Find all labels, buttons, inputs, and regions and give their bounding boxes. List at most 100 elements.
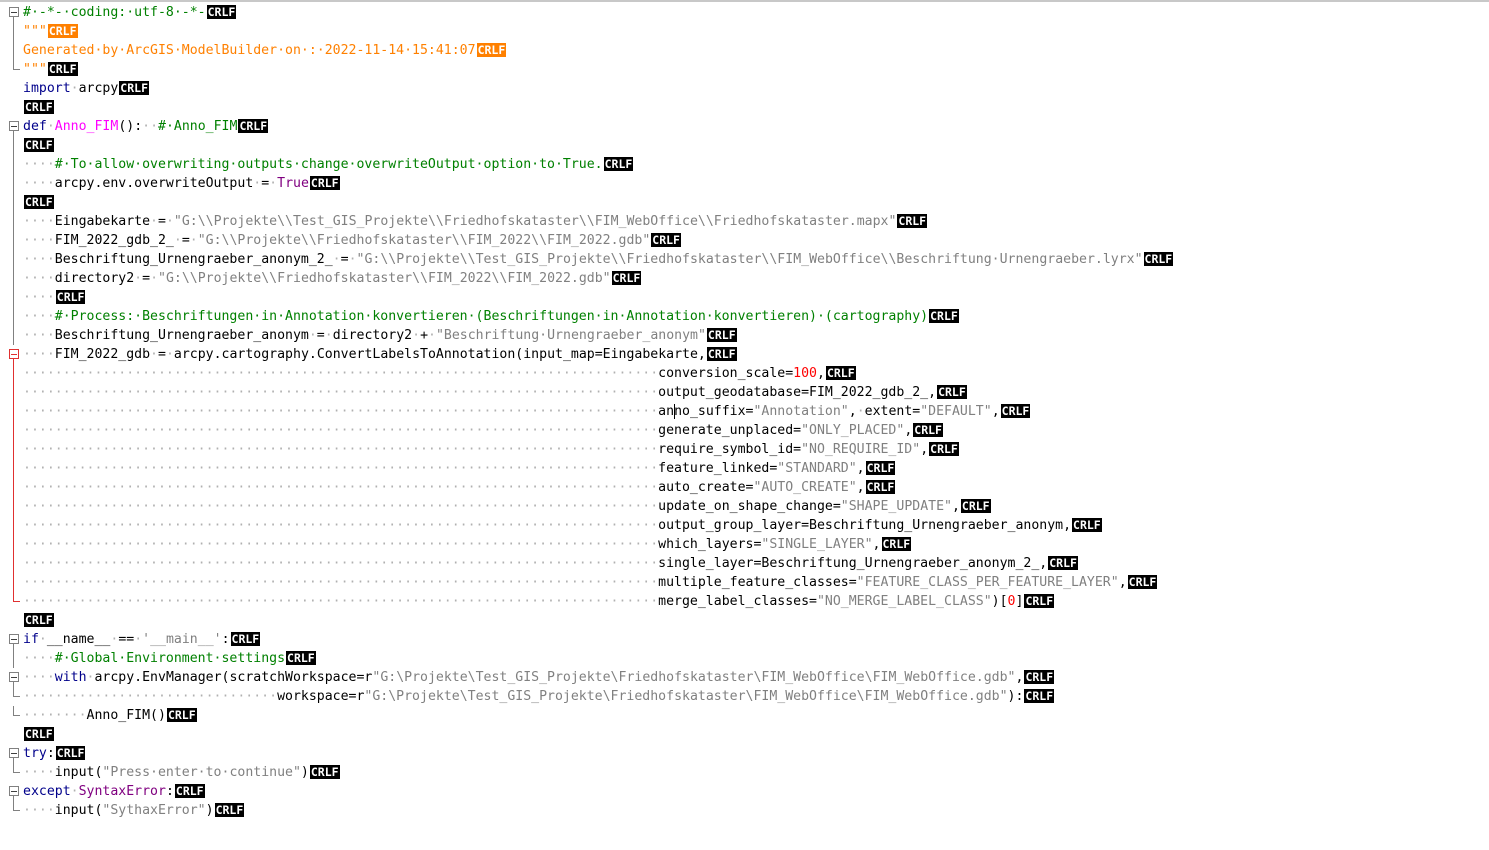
code-token: ····: [23, 214, 55, 229]
code-token: Beschriftung_Urnengraeber_anonym_2_: [54, 252, 333, 267]
line-content[interactable]: ········································…: [23, 421, 943, 440]
code-token: """: [23, 24, 47, 39]
code-token: merge_label_classes=: [658, 594, 817, 609]
code-token: ········································…: [23, 556, 659, 571]
line-content[interactable]: ····Beschriftung_Urnengraeber_anonym_2_·…: [23, 250, 1174, 269]
code-token: ==: [118, 632, 135, 647]
line-content[interactable]: #·-*-·coding:·utf-8·-*- CRLF: [23, 3, 237, 22]
code-editor[interactable]: #·-*-·coding:·utf-8·-*- CRLF """ CRLF Genera…: [0, 0, 1489, 850]
fold-line: [0, 155, 22, 174]
line-content[interactable]: Generated·by·ArcGIS·ModelBuilder·on·:·20…: [23, 41, 507, 60]
line-content[interactable]: ····FIM_2022_gdb·=·arcpy.cartography.Con…: [23, 345, 737, 364]
line-content[interactable]: ········································…: [23, 592, 1055, 611]
line-content[interactable]: try: CRLF: [23, 744, 86, 763]
line-content[interactable]: ····#·Global·Environment·settings CRLF: [23, 649, 316, 668]
code-token: update_on_shape_change=: [658, 499, 841, 514]
eol-crlf-marker: CRLF: [24, 195, 54, 209]
eol-crlf-marker: CRLF: [24, 613, 54, 627]
code-token: if: [23, 632, 39, 647]
line-content[interactable]: ········································…: [23, 478, 896, 497]
line-content[interactable]: ································workspac…: [23, 687, 1055, 706]
line-content[interactable]: ····with·arcpy.EnvManager(scratchWorkspa…: [23, 668, 1055, 687]
code-token: input(: [54, 765, 103, 780]
line-content[interactable]: ···· CRLF: [23, 288, 86, 307]
editor-top-border: [0, 0, 1489, 2]
line-content[interactable]: CRLF: [23, 136, 54, 155]
code-token: directory2: [332, 328, 413, 343]
line-content[interactable]: ····#·To·allow·overwriting·outputs·chang…: [23, 155, 634, 174]
line-content[interactable]: ········································…: [23, 459, 896, 478]
eol-crlf-marker: CRLF: [24, 100, 54, 114]
eol-crlf-marker: CRLF: [214, 803, 245, 817]
code-token: ·: [165, 347, 174, 362]
code-token: multiple_feature_classes=: [658, 575, 857, 590]
line-content[interactable]: """ CRLF: [23, 60, 78, 79]
code-token: =: [181, 233, 190, 248]
line-content[interactable]: CRLF: [23, 611, 54, 630]
line-content[interactable]: ········································…: [23, 573, 1158, 592]
eol-crlf-marker: CRLF: [825, 366, 856, 380]
line-content[interactable]: CRLF: [23, 725, 54, 744]
fold-empty: [0, 79, 22, 98]
line-content[interactable]: ········Anno_FIM() CRLF: [23, 706, 197, 725]
line-content[interactable]: ····Beschriftung_Urnengraeber_anonym·=·d…: [23, 326, 737, 345]
eol-crlf-marker: CRLF: [706, 347, 737, 361]
eol-crlf-marker: CRLF: [929, 309, 959, 323]
line-content[interactable]: ····Eingabekarte·=·"G:\\Projekte\\Test_G…: [23, 212, 928, 231]
code-token: workspace=r: [277, 689, 365, 704]
line-content[interactable]: ········································…: [23, 535, 912, 554]
fold-toggle-minus-icon[interactable]: [0, 744, 22, 763]
code-token: ():: [118, 119, 143, 134]
line-content[interactable]: """ CRLF: [23, 22, 78, 41]
code-token: #·Anno_FIM: [158, 119, 238, 134]
line-content[interactable]: ····#·Process:·Beschriftungen·in·Annotat…: [23, 307, 959, 326]
eol-crlf-marker: CRLF: [960, 499, 991, 513]
code-token: "SythaxError": [102, 803, 206, 818]
line-content[interactable]: ····input("SythaxError") CRLF: [23, 801, 245, 820]
fold-toggle-minus-icon[interactable]: [0, 668, 22, 687]
eol-crlf-marker: CRLF: [1024, 670, 1055, 684]
fold-toggle-minus-icon[interactable]: [0, 3, 22, 22]
fold-end-marker: [0, 801, 22, 820]
eol-crlf-marker: CRLF: [476, 43, 507, 57]
code-token: ········································…: [23, 404, 659, 419]
code-token: generate_unplaced=: [658, 423, 802, 438]
line-content[interactable]: ····directory2·=·"G:\\Projekte\\Friedhof…: [23, 269, 642, 288]
line-content[interactable]: except·SyntaxError: CRLF: [23, 782, 205, 801]
line-content[interactable]: import·arcpy CRLF: [23, 79, 149, 98]
eol-crlf-marker: CRLF: [1143, 252, 1174, 266]
line-content[interactable]: def·Anno_FIM():··#·Anno_FIM CRLF: [23, 117, 269, 136]
line-content[interactable]: ····FIM_2022_gdb_2_·=·"G:\\Projekte\\Fri…: [23, 231, 681, 250]
line-content[interactable]: ········································…: [23, 440, 959, 459]
fold-line: [0, 440, 22, 459]
code-token: "Press·enter·to·continue": [102, 765, 301, 780]
line-content[interactable]: ········································…: [23, 497, 991, 516]
eol-crlf-marker: CRLF: [1024, 594, 1055, 608]
code-token: ·: [165, 214, 174, 229]
line-content[interactable]: CRLF: [23, 98, 54, 117]
line-content[interactable]: ····input("Press·enter·to·continue") CRLF: [23, 763, 340, 782]
code-token: import: [23, 81, 71, 96]
code-token: =: [261, 176, 270, 191]
line-content[interactable]: ········································…: [23, 554, 1078, 573]
code-token: ,: [1118, 575, 1127, 590]
eol-crlf-marker: CRLF: [166, 708, 197, 722]
fold-toggle-minus-icon[interactable]: [0, 630, 22, 649]
line-content[interactable]: ········································…: [23, 402, 1031, 421]
fold-end-marker: [0, 687, 22, 706]
line-content[interactable]: ····arcpy.env.overwriteOutput·=·True CRLF: [23, 174, 340, 193]
code-token: ········································…: [23, 461, 659, 476]
fold-toggle-minus-icon[interactable]: [0, 782, 22, 801]
line-content[interactable]: CRLF: [23, 193, 54, 212]
line-content[interactable]: ········································…: [23, 383, 967, 402]
fold-toggle-minus-icon[interactable]: [0, 117, 22, 136]
code-token: ····: [23, 347, 55, 362]
fold-toggle-minus-icon[interactable]: [0, 345, 22, 364]
code-token: "SINGLE_LAYER": [761, 537, 873, 552]
code-token: ,: [872, 537, 881, 552]
line-content[interactable]: ········································…: [23, 516, 1102, 535]
code-token: ·: [134, 632, 143, 647]
fold-line: [0, 364, 22, 383]
line-content[interactable]: ········································…: [23, 364, 856, 383]
line-content[interactable]: if·__name__·==·'__main__': CRLF: [23, 630, 261, 649]
